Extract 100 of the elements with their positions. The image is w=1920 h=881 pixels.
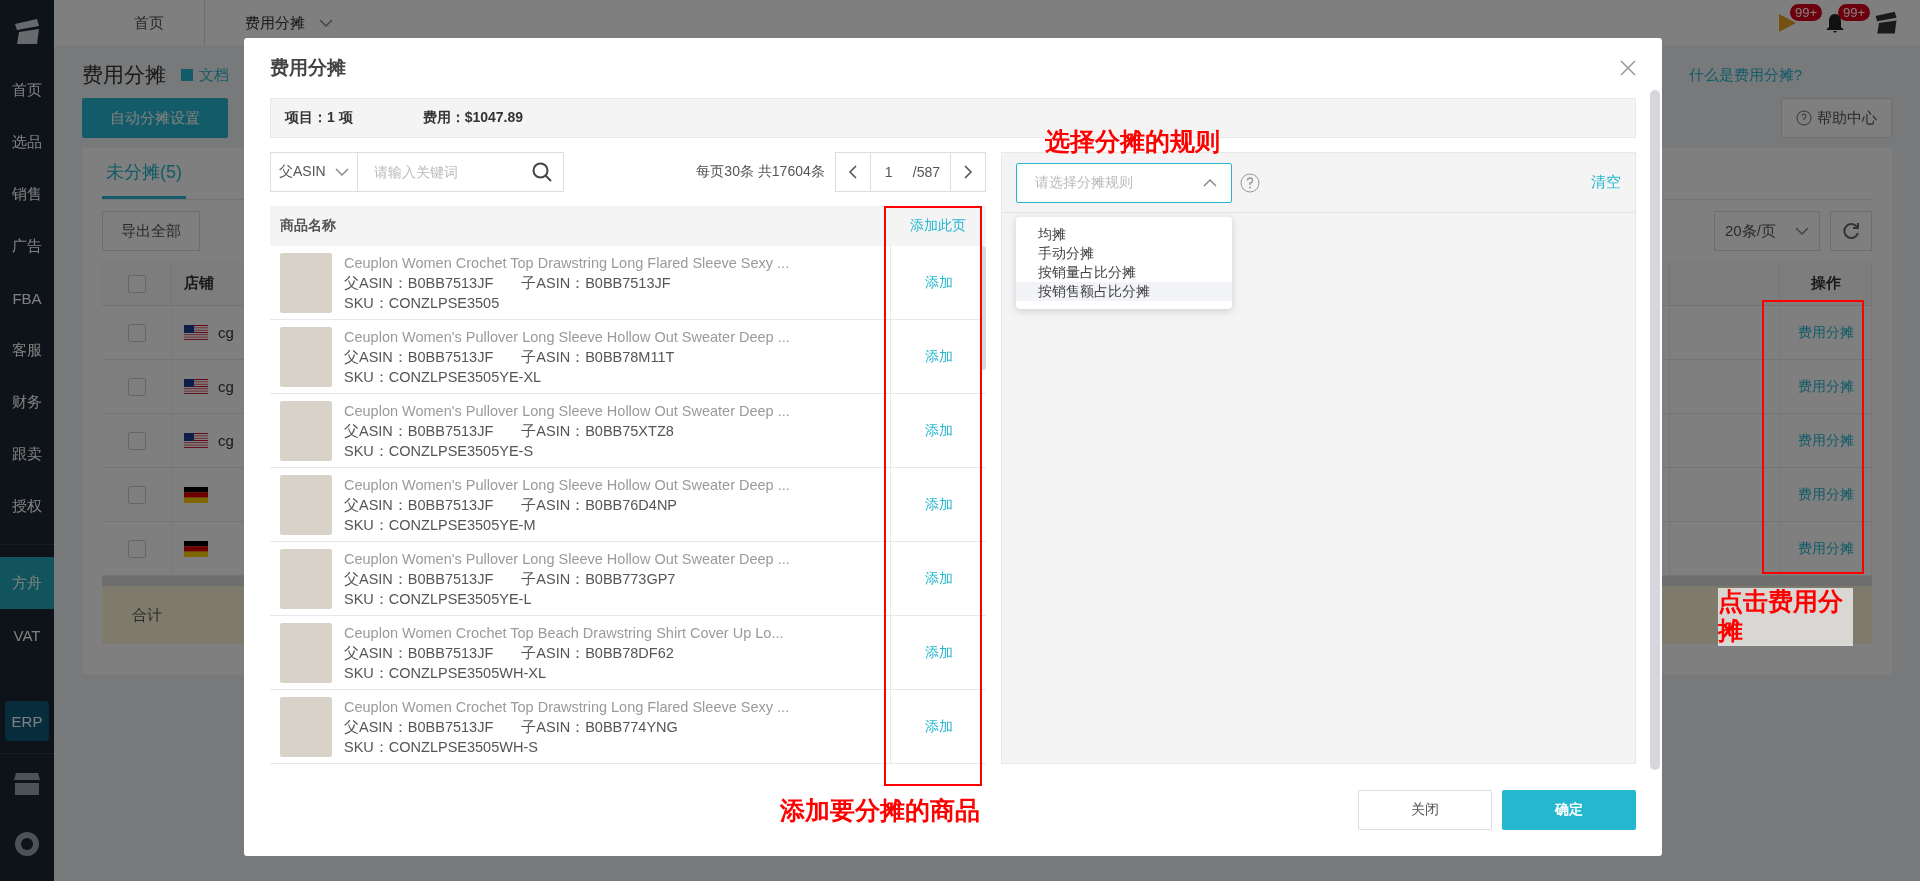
flag-icon (184, 540, 208, 557)
photo-placeholder (280, 252, 332, 313)
checkbox[interactable] (127, 377, 146, 396)
dropdown-option[interactable]: 按销售额占比分摊 (1016, 282, 1232, 301)
product-title: Ceuplon Women's Pullover Long Sleeve Hollow Out Sweater Deep ... (344, 327, 791, 347)
dialog-title: 费用分摊 (270, 56, 346, 80)
add-link[interactable]: 添加 (924, 495, 953, 514)
confirm-button[interactable]: 确定 (1502, 790, 1636, 830)
sidebar-item[interactable]: 跟卖 (0, 428, 54, 480)
page-info: 每页30条 共17604条 (696, 163, 825, 181)
sidebar-item[interactable]: 财务 (0, 376, 54, 428)
store-icon[interactable] (13, 771, 41, 797)
notification-badge: 99+ (1790, 4, 1823, 21)
erp-button[interactable]: ERP (5, 701, 49, 741)
parent-asin: 父ASIN：B0BB7513JF (344, 495, 494, 515)
notification-badge: 99+ (1838, 4, 1871, 21)
sidebar-item[interactable]: 广告 (0, 220, 54, 272)
clear-link[interactable]: 清空 (1591, 173, 1621, 192)
product-title: Ceuplon Women Crochet Top Drawstring Long Flared Sleeve Sexy ... (344, 697, 791, 717)
checkbox[interactable] (127, 274, 146, 293)
flag-icon (184, 324, 208, 341)
annotation-text: 点击费用分摊 (1718, 588, 1853, 646)
split-cost-link[interactable]: 费用分摊 (1797, 539, 1854, 558)
split-cost-link[interactable]: 费用分摊 (1797, 431, 1854, 450)
previous-page-button[interactable] (834, 152, 871, 192)
parent-asin: 父ASIN：B0BB7513JF (344, 273, 494, 293)
sku-text: SKU：CONZLPSE3505YE-S (344, 441, 535, 461)
add-link[interactable]: 添加 (924, 421, 953, 440)
annotation-text: 添加要分摊的商品 (780, 797, 980, 826)
scrollbar-thumb[interactable] (1650, 90, 1660, 770)
checkbox[interactable] (127, 431, 146, 450)
sidebar-item[interactable]: 授权 (0, 480, 54, 532)
export-button[interactable]: 导出全部 (102, 211, 200, 251)
checkbox[interactable] (127, 485, 146, 504)
chevron-down-icon (319, 18, 333, 28)
add-page-link[interactable]: 添加此页 (890, 217, 986, 235)
sidebar-item[interactable]: 选品 (0, 116, 54, 168)
sidebar-item[interactable]: VAT (0, 609, 54, 661)
product-title: Ceuplon Women's Pullover Long Sleeve Hollow Out Sweater Deep ... (344, 475, 791, 495)
parent-asin: 父ASIN：B0BB7513JF (344, 347, 494, 367)
child-asin: 子ASIN：B0BB78M11T (521, 347, 675, 367)
photo-placeholder (280, 548, 332, 609)
checkbox[interactable] (127, 539, 146, 558)
split-cost-link[interactable]: 费用分摊 (1797, 485, 1854, 504)
refresh-button[interactable] (1830, 211, 1872, 251)
add-link[interactable]: 添加 (924, 643, 953, 662)
summary-text: 项目：1 项 (285, 109, 353, 127)
sku-text: SKU：CONZLPSE3505YE-M (344, 515, 537, 535)
add-link[interactable]: 添加 (924, 569, 953, 588)
content-tab[interactable]: 未分摊(5) (102, 160, 186, 199)
scrollbar-thumb[interactable] (980, 246, 986, 370)
flag-icon (184, 378, 208, 395)
child-asin: 子ASIN：B0BB75XTZ8 (521, 421, 674, 441)
close-button[interactable]: 关闭 (1358, 790, 1492, 830)
page-title: 费用分摊 (82, 62, 166, 88)
store-name: cg (218, 378, 234, 395)
next-page-button[interactable] (950, 152, 986, 192)
parent-asin: 父ASIN：B0BB7513JF (344, 717, 494, 737)
sku-text: SKU：CONZLPSE3505YE-L (344, 589, 533, 609)
child-asin: 子ASIN：B0BB78DF62 (521, 643, 674, 663)
photo-placeholder (280, 622, 332, 683)
sidebar-item[interactable]: FBA (0, 272, 54, 324)
search-button[interactable] (520, 152, 564, 192)
search-field[interactable]: 请输入关键词 (358, 152, 520, 192)
sku-text: SKU：CONZLPSE3505WH-S (344, 737, 539, 757)
store-name: cg (218, 324, 234, 341)
add-link[interactable]: 添加 (924, 717, 953, 736)
add-link[interactable]: 添加 (924, 347, 953, 366)
dropdown-option[interactable]: 按销量占比分摊 (1016, 263, 1232, 282)
photo-placeholder (280, 400, 332, 461)
add-link[interactable]: 添加 (924, 273, 953, 292)
page-size-select[interactable]: 20条/页 (1714, 211, 1820, 251)
chevron-right-icon (963, 165, 973, 179)
checkbox[interactable] (127, 323, 146, 342)
parent-asin: 父ASIN：B0BB7513JF (344, 643, 494, 663)
rule-select[interactable]: 请选择分摊规则 (1016, 162, 1232, 203)
sidebar-item[interactable]: 销售 (0, 168, 54, 220)
search-icon[interactable] (531, 162, 552, 182)
chevron-up-icon (1203, 178, 1217, 187)
product-title: Ceuplon Women Crochet Top Beach Drawstring Shirt Cover Up Lo... (344, 623, 785, 643)
parent-asin: 父ASIN：B0BB7513JF (344, 421, 494, 441)
page-field[interactable]: 1 /587 (870, 152, 950, 192)
auto-split-button[interactable]: 自动分摊设置 (82, 98, 228, 138)
annotation-text: 选择分摊的规则 (1045, 128, 1220, 157)
sidebar-item[interactable]: 客服 (0, 324, 54, 376)
split-cost-link[interactable]: 费用分摊 (1797, 377, 1854, 396)
sku-text: SKU：CONZLPSE3505YE-XL (344, 367, 543, 387)
child-asin: 子ASIN：B0BB7513JF (521, 273, 671, 293)
sidebar-item[interactable]: 方舟 (0, 557, 54, 609)
help-icon[interactable] (1240, 172, 1260, 193)
filter-select[interactable]: 父ASIN (270, 152, 358, 192)
dropdown-option[interactable]: 均摊 (1016, 225, 1232, 244)
dropdown-option[interactable]: 手动分摊 (1016, 244, 1232, 263)
close-icon[interactable] (1620, 60, 1636, 76)
refresh-icon (1841, 221, 1861, 241)
help-center-button[interactable]: 帮助中心 (1781, 98, 1892, 138)
page-tab[interactable]: 首页 (94, 0, 204, 46)
split-cost-link[interactable]: 费用分摊 (1797, 323, 1854, 342)
sidebar-item[interactable]: 首页 (0, 64, 54, 116)
photo-placeholder (280, 326, 332, 387)
